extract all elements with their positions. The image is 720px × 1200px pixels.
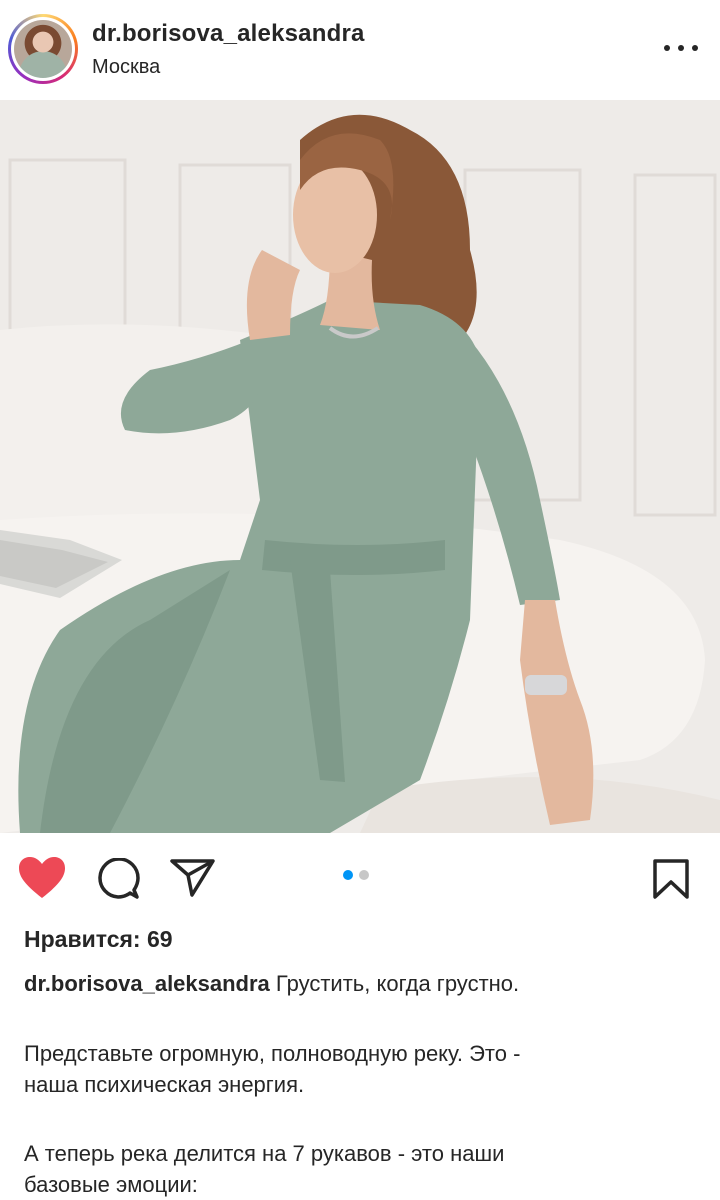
avatar-frame: [11, 17, 75, 81]
caption-text: Грустить, когда грустно.: [275, 971, 520, 996]
more-dot: [692, 45, 698, 51]
caption-paragraph: Представьте огромную, полноводную реку. …: [24, 1041, 521, 1097]
more-options-icon[interactable]: [664, 38, 698, 58]
more-dot: [678, 45, 684, 51]
avatar-image: [14, 20, 72, 78]
share-icon: [170, 859, 215, 897]
caption-username[interactable]: dr.borisova_aleksandra: [24, 971, 270, 996]
save-button[interactable]: [652, 858, 690, 905]
share-button[interactable]: [170, 858, 216, 903]
heart-filled-icon: [19, 857, 65, 898]
likes-count[interactable]: Нравится: 69: [24, 926, 173, 953]
profile-avatar[interactable]: [8, 14, 78, 84]
like-button[interactable]: [18, 856, 66, 905]
post-header: dr.borisova_aleksandra Москва: [0, 0, 720, 100]
post-caption: dr.borisova_aleksandra Грустить, когда г…: [24, 968, 704, 999]
post-photo-illustration: [0, 100, 720, 833]
caption-paragraph: А теперь река делится на 7 рукавов - это…: [24, 1141, 505, 1197]
post-photo[interactable]: [0, 100, 720, 833]
comment-icon: [98, 857, 140, 899]
more-dot: [664, 45, 670, 51]
carousel-dot: [359, 870, 369, 880]
carousel-dot-active: [343, 870, 353, 880]
post-location[interactable]: Москва: [92, 56, 160, 79]
post-action-bar: [0, 840, 720, 920]
post-author-username[interactable]: dr.borisova_aleksandra: [92, 20, 365, 48]
comment-button[interactable]: [96, 857, 140, 905]
carousel-indicator: [343, 870, 369, 880]
bookmark-icon: [653, 859, 689, 899]
